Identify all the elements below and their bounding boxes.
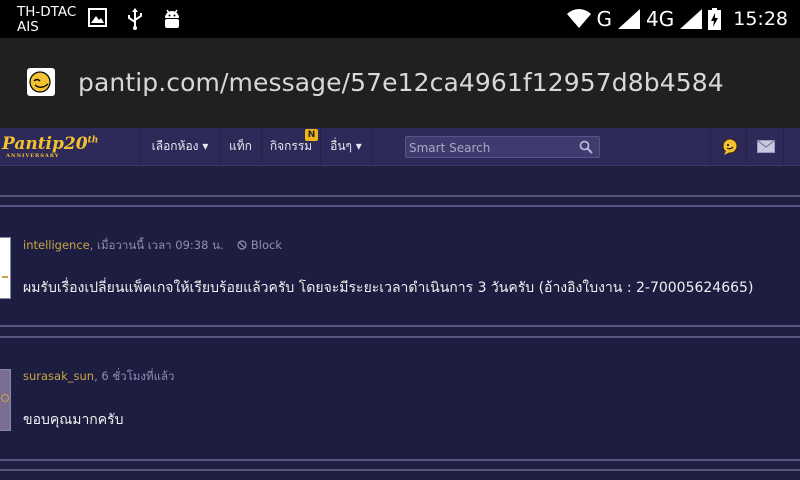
message-item — [0, 207, 800, 325]
pantip-chat-icon — [722, 138, 737, 155]
battery-charging-icon — [708, 8, 722, 30]
pantip-logo[interactable]: Pantip20th ANNIVERSARY — [2, 134, 98, 159]
message-time: , 6 ชั่วโมงที่แล้ว — [94, 369, 175, 383]
pantip-navbar — [0, 128, 800, 166]
message-text: ผมรับเรื่องเปลี่ยนแพ็คเกจให้เรียบร้อยแล้… — [23, 280, 754, 296]
message-item — [0, 338, 800, 459]
pantip-face-icon — [29, 71, 51, 93]
status-bar: TH-DTAC AIS G 4G 15:28 — [0, 0, 800, 38]
new-badge: N — [305, 129, 318, 141]
network-4g-label: 4G — [646, 7, 675, 31]
chat-button[interactable] — [710, 128, 748, 165]
nav-choose-room[interactable]: เลือกห้อง ▾ — [140, 128, 219, 165]
block-button[interactable]: Block — [237, 238, 282, 252]
site-favicon — [27, 68, 55, 96]
nav-edge-button[interactable] — [783, 128, 800, 165]
search-input[interactable] — [406, 138, 574, 158]
divider — [0, 325, 800, 327]
smart-search[interactable] — [405, 136, 600, 158]
signal-icon — [618, 9, 640, 29]
carrier-label: TH-DTAC AIS — [17, 4, 77, 35]
message-time: , เมื่อวานนี้ เวลา 09:38 น. — [89, 238, 224, 252]
signal-icon-2 — [680, 9, 703, 29]
usb-icon — [128, 8, 142, 30]
nav-tags[interactable]: แท็ก — [219, 128, 261, 165]
gallery-icon — [88, 8, 107, 27]
network-g-label: G — [596, 7, 613, 31]
mail-icon — [756, 140, 775, 153]
avatar[interactable] — [0, 369, 11, 431]
url-text[interactable]: pantip.com/message/57e12ca4961f12957d8b4… — [78, 68, 724, 97]
divider — [0, 459, 800, 461]
nav-more[interactable]: อื่นๆ ▾ — [320, 128, 372, 165]
message-text: ขอบคุณมากครับ — [23, 412, 124, 428]
block-icon — [237, 240, 247, 250]
search-icon[interactable] — [579, 140, 593, 154]
username-link[interactable]: surasak_sun — [23, 369, 94, 383]
android-icon — [165, 9, 179, 28]
message-meta: intelligence, เมื่อวานนี้ เวลา 09:38 น. … — [23, 237, 282, 255]
message-meta: surasak_sun, 6 ชั่วโมงที่แล้ว — [23, 368, 175, 386]
wifi-icon — [566, 9, 591, 28]
status-icons: G 4G 15:28 — [566, 6, 788, 32]
clock: 15:28 — [733, 8, 788, 30]
messages-button[interactable] — [746, 128, 784, 165]
avatar[interactable] — [0, 237, 11, 299]
divider — [0, 195, 800, 197]
divider — [0, 469, 800, 471]
username-link[interactable]: intelligence — [23, 238, 90, 252]
